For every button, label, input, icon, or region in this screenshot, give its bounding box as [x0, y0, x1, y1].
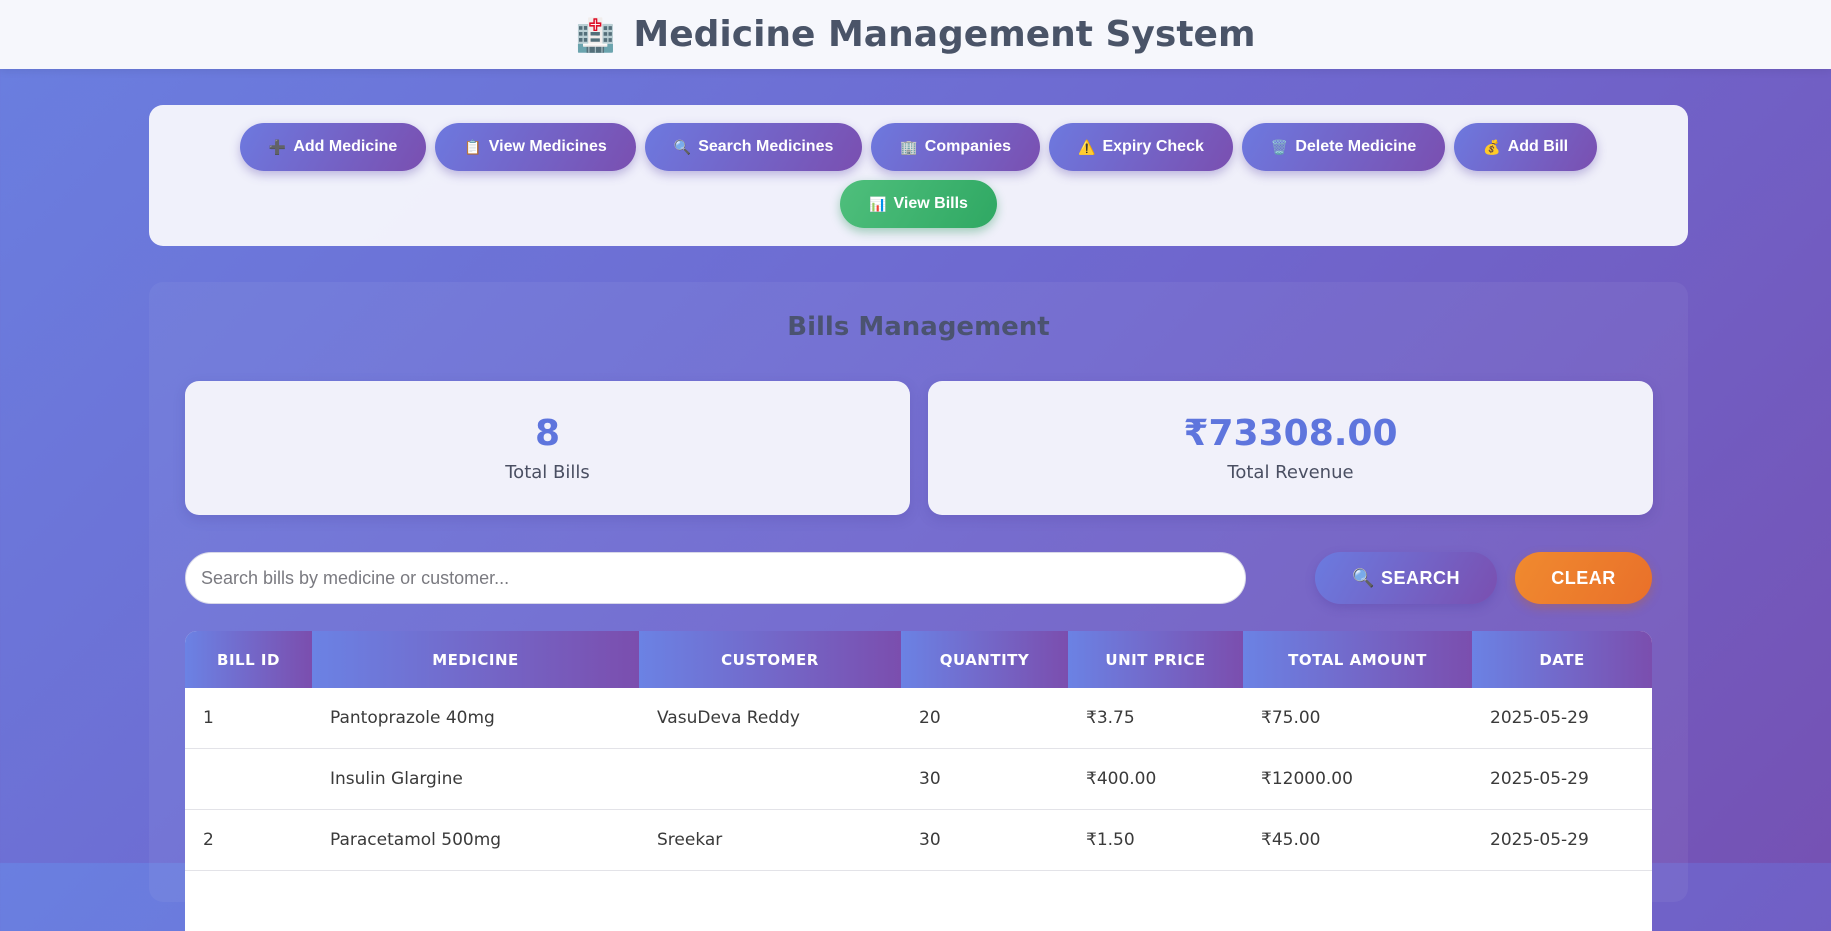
search-medicines-button[interactable]: 🔍 Search Medicines	[644, 123, 863, 171]
cell-date: 2025-05-29	[1472, 748, 1652, 810]
add-bill-button[interactable]: 💰 Add Bill	[1454, 123, 1598, 171]
add-medicine-button[interactable]: ➕ Add Medicine	[239, 123, 427, 171]
total-bills-card: 8 Total Bills	[185, 381, 910, 515]
app-title-text: Medicine Management System	[633, 14, 1256, 55]
app-title: 🏥 Medicine Management System	[576, 14, 1256, 55]
search-button[interactable]: 🔍 SEARCH	[1315, 552, 1497, 604]
warning-icon: ⚠️	[1078, 138, 1096, 155]
bills-section: Bills Management 8 Total Bills ₹73308.00…	[149, 282, 1688, 931]
cell-customer	[639, 748, 901, 810]
table-row: 2 Paracetamol 500mg Sreekar 30 ₹1.50 ₹45…	[185, 809, 1652, 871]
nav-button-label: Search Medicines	[698, 138, 834, 155]
cell-quantity: 30	[901, 748, 1068, 810]
column-header-quantity: QUANTITY	[901, 631, 1068, 688]
total-bills-label: Total Bills	[505, 462, 590, 483]
clipboard-icon: 📋	[464, 138, 482, 155]
cell-medicine: Paracetamol 500mg	[312, 809, 639, 871]
clear-button-label: CLEAR	[1551, 567, 1616, 588]
column-header-medicine: MEDICINE	[312, 631, 639, 688]
section-title: Bills Management	[787, 312, 1050, 342]
column-header-date: DATE	[1472, 631, 1652, 688]
nav-button-label: Companies	[924, 138, 1012, 155]
table-header-row: BILL ID MEDICINE CUSTOMER QUANTITY UNIT …	[185, 631, 1652, 688]
nav-button-label: Add Bill	[1507, 138, 1569, 155]
bill-search-input[interactable]	[185, 552, 1246, 604]
trash-icon: 🗑️	[1270, 138, 1289, 155]
total-revenue-card: ₹73308.00 Total Revenue	[928, 381, 1653, 515]
total-revenue-value: ₹73308.00	[1183, 413, 1398, 454]
expiry-check-button[interactable]: ⚠️ Expiry Check	[1049, 123, 1233, 171]
cell-bill-id: 2	[185, 809, 312, 871]
column-header-bill-id: BILL ID	[185, 631, 312, 688]
cell-date: 2025-05-29	[1472, 688, 1652, 749]
bar-chart-icon: 📊	[869, 195, 887, 212]
nav-button-label: Delete Medicine	[1295, 138, 1417, 155]
cell-customer: VasuDeva Reddy	[639, 688, 901, 749]
plus-icon: ➕	[268, 138, 287, 155]
magnifier-icon: 🔍	[1352, 567, 1375, 588]
cell-total-amount: ₹12000.00	[1243, 748, 1472, 810]
view-medicines-button[interactable]: 📋 View Medicines	[435, 123, 636, 171]
delete-medicine-button[interactable]: 🗑️ Delete Medicine	[1241, 123, 1446, 171]
table-row: 1 Pantoprazole 40mg VasuDeva Reddy 20 ₹3…	[185, 688, 1652, 749]
cell-medicine: Pantoprazole 40mg	[312, 688, 639, 749]
cell-quantity: 30	[901, 809, 1068, 871]
cell-unit-price: ₹1.50	[1068, 809, 1243, 871]
cell-unit-price: ₹3.75	[1068, 688, 1243, 749]
cell-total-amount: ₹45.00	[1243, 809, 1472, 871]
cell-date: 2025-05-29	[1472, 809, 1652, 871]
app-header: 🏥 Medicine Management System	[0, 0, 1831, 69]
cell-unit-price: ₹400.00	[1068, 748, 1243, 810]
nav-panel: ➕ Add Medicine 📋 View Medicines 🔍 Search…	[149, 105, 1688, 246]
column-header-total-amount: TOTAL AMOUNT	[1243, 631, 1472, 688]
building-icon: 🏢	[900, 138, 918, 155]
money-bag-icon: 💰	[1483, 138, 1501, 155]
clear-button[interactable]: CLEAR	[1515, 552, 1652, 604]
nav-button-label: View Medicines	[488, 138, 607, 155]
nav-button-label: View Bills	[893, 195, 968, 212]
cell-bill-id	[185, 748, 312, 810]
nav-button-label: Expiry Check	[1102, 138, 1204, 155]
magnifier-icon: 🔍	[673, 138, 692, 155]
cell-medicine: Insulin Glargine	[312, 748, 639, 810]
cell-customer: Sreekar	[639, 809, 901, 871]
cell-quantity: 20	[901, 688, 1068, 749]
cell-total-amount: ₹75.00	[1243, 688, 1472, 749]
nav-button-label: Add Medicine	[293, 138, 398, 155]
total-bills-value: 8	[534, 413, 561, 454]
hospital-icon: 🏥	[575, 15, 616, 54]
column-header-unit-price: UNIT PRICE	[1068, 631, 1243, 688]
view-bills-button[interactable]: 📊 View Bills	[840, 180, 997, 228]
column-header-customer: CUSTOMER	[639, 631, 901, 688]
companies-button[interactable]: 🏢 Companies	[871, 123, 1041, 171]
bills-table: BILL ID MEDICINE CUSTOMER QUANTITY UNIT …	[185, 631, 1652, 931]
total-revenue-label: Total Revenue	[1227, 462, 1354, 483]
search-button-label: SEARCH	[1380, 567, 1460, 588]
cell-bill-id: 1	[185, 688, 312, 749]
table-row: Insulin Glargine 30 ₹400.00 ₹12000.00 20…	[185, 748, 1652, 810]
